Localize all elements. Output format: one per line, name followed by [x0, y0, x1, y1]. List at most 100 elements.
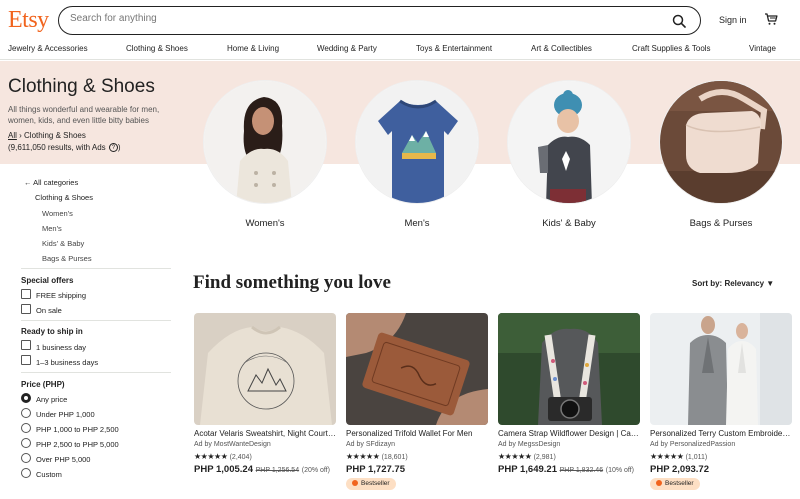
price-2500-5000-label[interactable]: PHP 2,500 to PHP 5,000	[36, 440, 119, 449]
results-text: (9,611,050 results, with Ads	[8, 143, 106, 152]
review-count: (2,981)	[533, 454, 556, 461]
price-custom-radio[interactable]	[21, 468, 31, 478]
robes-photo	[650, 313, 792, 425]
price-over-5000-label[interactable]: Over PHP 5,000	[36, 455, 90, 464]
women-category-image[interactable]	[203, 80, 327, 204]
nav-item-craft[interactable]: Craft Supplies & Tools	[632, 44, 711, 53]
price-discount: (20% off)	[301, 467, 331, 474]
ready-to-ship-heading: Ready to ship in	[21, 327, 83, 336]
nav-item-jewelry[interactable]: Jewelry & Accessories	[8, 44, 88, 53]
category-label-bags[interactable]: Bags & Purses	[659, 218, 783, 229]
price-current: PHP 1,649.21	[498, 464, 557, 475]
cart-icon[interactable]	[764, 12, 778, 26]
free-shipping-label[interactable]: FREE shipping	[36, 291, 86, 300]
nav-item-wedding[interactable]: Wedding & Party	[317, 44, 377, 53]
price-any-label[interactable]: Any price	[36, 395, 67, 404]
star-rating: ★★★★★	[650, 452, 684, 461]
product-price: PHP 1,727.75	[346, 464, 405, 475]
sign-in-link[interactable]: Sign in	[719, 15, 747, 25]
results-close-paren: )	[117, 143, 121, 152]
star-rating: ★★★★★	[346, 452, 380, 461]
search-bar[interactable]	[58, 6, 701, 35]
product-shop: Ad by MostWanteDesign	[194, 441, 271, 448]
sort-dropdown[interactable]: Sort by: Relevancy ▼	[692, 279, 774, 288]
one-to-three-days-checkbox[interactable]	[21, 355, 31, 365]
price-current: PHP 1,727.75	[346, 464, 405, 475]
price-any-radio[interactable]	[21, 393, 31, 403]
bags-category-image[interactable]	[659, 80, 783, 204]
subcategory-men[interactable]: Men's	[42, 224, 62, 233]
bestseller-badge: Bestseller	[346, 478, 396, 490]
etsy-logo[interactable]: Etsy	[8, 7, 49, 34]
badge-label: Bestseller	[665, 480, 694, 487]
category-label-kids[interactable]: Kids' & Baby	[507, 218, 631, 229]
product-image[interactable]	[498, 313, 640, 425]
product-image[interactable]	[194, 313, 336, 425]
kids-category-image[interactable]	[507, 80, 631, 204]
nav-item-home[interactable]: Home & Living	[227, 44, 279, 53]
breadcrumb-all[interactable]: All	[8, 131, 17, 140]
product-shop: Ad by SFdizayn	[346, 441, 396, 448]
breadcrumb-separator: ›	[19, 131, 22, 140]
badge-label: Bestseller	[361, 480, 390, 487]
one-to-three-days-label[interactable]: 1–3 business days	[36, 358, 98, 367]
subcategory-kids[interactable]: Kids' & Baby	[42, 239, 84, 248]
sweatshirt-photo	[194, 313, 336, 425]
on-sale-label[interactable]: On sale	[36, 306, 62, 315]
product-price: PHP 1,649.21 PHP 1,832.46 (10% off)	[498, 464, 634, 475]
subcategory-women[interactable]: Women's	[42, 209, 73, 218]
page-title: Clothing & Shoes	[8, 76, 155, 97]
price-current: PHP 2,093.72	[650, 464, 709, 475]
product-price: PHP 1,005.24 PHP 1,256.54 (20% off)	[194, 464, 330, 475]
nav-item-clothing[interactable]: Clothing & Shoes	[126, 44, 188, 53]
bestseller-badge: Bestseller	[650, 478, 700, 490]
bags-photo	[660, 81, 782, 203]
product-rating: ★★★★★ (2,981)	[498, 452, 556, 461]
question-icon[interactable]: ?	[108, 143, 118, 153]
men-category-image[interactable]	[355, 80, 479, 204]
results-count: (9,611,050 results, with Ads ?)	[8, 143, 121, 153]
product-shop: Ad by PersonalizedPassion	[650, 441, 736, 448]
free-shipping-checkbox[interactable]	[21, 289, 31, 299]
search-input[interactable]	[70, 13, 650, 24]
product-image[interactable]	[650, 313, 792, 425]
product-rating: ★★★★★ (18,601)	[346, 452, 408, 461]
product-title[interactable]: Personalized Terry Custom Embroidered Ro…	[650, 429, 792, 438]
all-categories-link[interactable]: ← All categories	[24, 178, 78, 187]
one-day-label[interactable]: 1 business day	[36, 343, 86, 352]
men-photo	[356, 81, 478, 203]
product-title[interactable]: Camera Strap Wildflower Design | Camera …	[498, 429, 640, 438]
review-count: (18,601)	[381, 454, 408, 461]
sidebar-divider	[21, 372, 171, 373]
kids-photo	[508, 81, 630, 203]
category-label-men[interactable]: Men's	[355, 218, 479, 229]
price-2500-5000-radio[interactable]	[21, 438, 31, 448]
star-rating: ★★★★★	[498, 452, 532, 461]
search-icon[interactable]	[672, 14, 686, 28]
one-day-checkbox[interactable]	[21, 340, 31, 350]
subcategory-bags[interactable]: Bags & Purses	[42, 254, 92, 263]
on-sale-checkbox[interactable]	[21, 304, 31, 314]
star-rating: ★★★★★	[194, 452, 228, 461]
price-under-1000-label[interactable]: Under PHP 1,000	[36, 410, 95, 419]
nav-item-toys[interactable]: Toys & Entertainment	[416, 44, 492, 53]
sidebar-divider	[21, 268, 171, 269]
current-category[interactable]: Clothing & Shoes	[35, 193, 93, 202]
price-current: PHP 1,005.24	[194, 464, 253, 475]
price-1000-2500-radio[interactable]	[21, 423, 31, 433]
nav-item-art[interactable]: Art & Collectibles	[531, 44, 592, 53]
bestseller-icon	[656, 479, 662, 486]
price-over-5000-radio[interactable]	[21, 453, 31, 463]
wallet-photo	[346, 313, 488, 425]
price-custom-label[interactable]: Custom	[36, 470, 62, 479]
category-label-women[interactable]: Women's	[203, 218, 327, 229]
price-under-1000-radio[interactable]	[21, 408, 31, 418]
product-image[interactable]	[346, 313, 488, 425]
product-title[interactable]: Acotar Velaris Sweatshirt, Night Court S…	[194, 429, 336, 438]
nav-item-vintage[interactable]: Vintage	[749, 44, 776, 53]
bestseller-icon	[352, 479, 358, 486]
price-1000-2500-label[interactable]: PHP 1,000 to PHP 2,500	[36, 425, 119, 434]
product-title[interactable]: Personalized Trifold Wallet For Men	[346, 429, 488, 438]
breadcrumb: All › Clothing & Shoes	[8, 131, 86, 140]
hero-description: All things wonderful and wearable for me…	[8, 105, 160, 125]
